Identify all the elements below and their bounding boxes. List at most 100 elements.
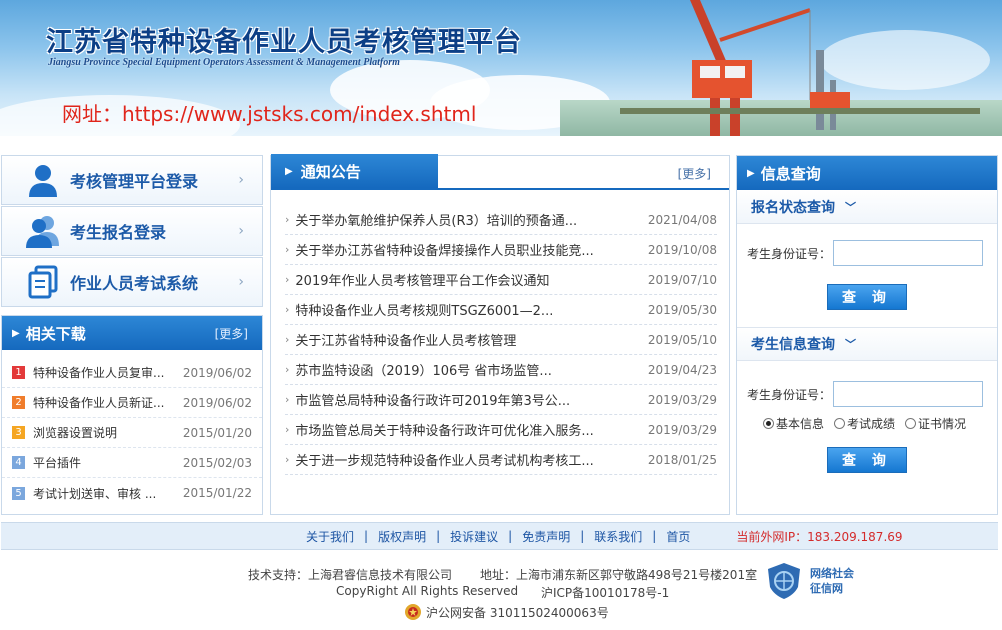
query-header: ▶ 信息查询 xyxy=(737,156,997,190)
download-date: 2019/06/02 xyxy=(182,365,252,380)
registration-status-section-header[interactable]: 报名状态查询 ﹀ xyxy=(737,190,997,224)
number-badge: 5 xyxy=(12,486,25,500)
registration-query-button[interactable]: 查 询 xyxy=(827,284,907,310)
candidate-info-section-header[interactable]: 考生信息查询 ﹀ xyxy=(737,327,997,361)
address: 地址：上海市浦东新区郭守敬路498号21号楼201室 xyxy=(480,568,758,582)
triangle-right-icon: ▶ xyxy=(747,167,755,179)
registration-status-form: 考生身份证号： xyxy=(737,224,997,284)
bullet-icon: › xyxy=(285,213,290,226)
bullet-icon: › xyxy=(285,273,290,286)
notice-date: 2019/07/10 xyxy=(647,272,717,287)
notice-title: 关于江苏省特种设备作业人员考核管理 xyxy=(295,334,517,349)
tab-notices[interactable]: ▶ 通知公告 xyxy=(271,154,438,188)
admin-login-button[interactable]: 考核管理平台登录 › xyxy=(1,155,263,205)
notice-title: 市监管总局特种设备行政许可2019年第3号公... xyxy=(295,394,571,409)
notice-item[interactable]: › 市场监管总局关于特种设备行政许可优化准入服务... 2019/03/29 xyxy=(285,415,717,445)
notice-item[interactable]: › 关于举办氧舱维护保养人员(R3）培训的预备通... 2021/04/08 xyxy=(285,205,717,235)
notice-title: 关于举办氧舱维护保养人员(R3）培训的预备通... xyxy=(295,214,578,229)
number-badge: 1 xyxy=(12,366,25,379)
chevron-right-icon: › xyxy=(238,274,244,290)
police-badge-icon xyxy=(405,604,421,620)
bullet-icon: › xyxy=(285,423,290,436)
credit-badge-line1: 网络社会 xyxy=(810,567,854,580)
credit-badge[interactable]: 网络社会 征信网 xyxy=(764,560,878,602)
footer-link-about[interactable]: 关于我们 xyxy=(306,528,354,545)
chevron-right-icon: › xyxy=(238,172,244,188)
download-date: 2019/06/02 xyxy=(182,395,252,410)
notice-item[interactable]: › 市监管总局特种设备行政许可2019年第3号公... 2019/03/29 xyxy=(285,385,717,415)
police-record: 沪公网安备 31011502400063号 xyxy=(404,603,609,621)
footer-link-disclaimer[interactable]: 免责声明 xyxy=(522,528,570,545)
site-subtitle: Jiangsu Province Special Equipment Opera… xyxy=(48,57,400,68)
registration-id-input[interactable] xyxy=(833,240,983,266)
radio-exam-scores[interactable]: 考试成绩 xyxy=(834,415,895,432)
person-icon xyxy=(24,162,62,198)
notice-title: 特种设备作业人员考核规则TSGZ6001—2... xyxy=(295,304,554,319)
site-url-text: 网址：https://www.jstsks.com/index.shtml xyxy=(62,102,477,126)
notice-title: 关于举办江苏省特种设备焊接操作人员职业技能竞... xyxy=(295,244,594,259)
footer-link-home[interactable]: 首页 xyxy=(666,528,690,545)
notices-list: › 关于举办氧舱维护保养人员(R3）培训的预备通... 2021/04/08 › 关于… xyxy=(271,190,729,475)
candidate-login-label: 考生报名登录 xyxy=(70,223,167,242)
radio-checked-icon xyxy=(763,417,774,429)
download-item[interactable]: 4 平台插件 2015/02/03 xyxy=(2,448,262,478)
download-title: 特种设备作业人员复审... xyxy=(33,366,165,380)
number-badge: 2 xyxy=(12,396,25,409)
candidate-info-form: 考生身份证号： 基本信息 考试成绩 证书情况 查 询 xyxy=(737,361,997,473)
candidate-id-input[interactable] xyxy=(833,381,983,407)
chevron-down-icon: ﹀ xyxy=(845,338,856,351)
radio-basic-info[interactable]: 基本信息 xyxy=(763,415,824,432)
candidate-query-button[interactable]: 查 询 xyxy=(827,447,907,473)
bullet-icon: › xyxy=(285,393,290,406)
notice-date: 2021/04/08 xyxy=(647,212,717,227)
download-item[interactable]: 5 考试计划送审、审核 ... 2015/01/22 xyxy=(2,478,262,508)
footer-link-feedback[interactable]: 投诉建议 xyxy=(450,528,498,545)
notice-title: 关于进一步规范特种设备作业人员考试机构考核工... xyxy=(295,454,594,469)
notice-item[interactable]: › 特种设备作业人员考核规则TSGZ6001—2... 2019/05/30 xyxy=(285,295,717,325)
notice-item[interactable]: › 苏市监特设函（2019）106号 省市场监管... 2019/04/23 xyxy=(285,355,717,385)
notices-title: 通知公告 xyxy=(300,162,361,181)
candidate-login-button[interactable]: 考生报名登录 › xyxy=(1,206,263,256)
number-badge: 3 xyxy=(12,426,25,439)
notice-date: 2019/10/08 xyxy=(647,242,717,257)
download-item[interactable]: 3 浏览器设置说明 2015/01/20 xyxy=(2,418,262,448)
download-title: 浏览器设置说明 xyxy=(33,426,118,440)
bullet-icon: › xyxy=(285,363,290,376)
downloads-more-link[interactable]: [更多] xyxy=(215,325,248,342)
icp-number: 沪ICP备10010178号-1 xyxy=(541,586,670,600)
chevron-right-icon: › xyxy=(238,223,244,239)
login-panel: 考核管理平台登录 › 考生报名登录 › 作业人员考试系统 › xyxy=(1,155,263,308)
notice-date: 2019/05/10 xyxy=(647,332,717,347)
notice-date: 2019/03/29 xyxy=(647,392,717,407)
downloads-header: ▶ 相关下载 [更多] xyxy=(2,316,262,350)
notice-item[interactable]: › 2019年作业人员考核管理平台工作会议通知 2019/07/10 xyxy=(285,265,717,295)
download-title: 特种设备作业人员新证... xyxy=(33,396,165,410)
radio-certificates[interactable]: 证书情况 xyxy=(905,415,966,432)
footer-link-contact[interactable]: 联系我们 xyxy=(594,528,642,545)
exam-system-label: 作业人员考试系统 xyxy=(70,274,199,293)
notice-date: 2019/03/29 xyxy=(647,422,717,437)
notice-title: 2019年作业人员考核管理平台工作会议通知 xyxy=(295,274,550,289)
download-item[interactable]: 2 特种设备作业人员新证... 2019/06/02 xyxy=(2,388,262,418)
radio-unchecked-icon xyxy=(834,417,846,429)
notices-more-link[interactable]: [更多] xyxy=(678,165,711,182)
admin-login-label: 考核管理平台登录 xyxy=(70,172,199,191)
registration-status-title: 报名状态查询 xyxy=(751,199,835,216)
exam-system-button[interactable]: 作业人员考试系统 › xyxy=(1,257,263,307)
footer-link-copyright[interactable]: 版权声明 xyxy=(378,528,426,545)
notice-date: 2019/04/23 xyxy=(647,362,717,377)
bullet-icon: › xyxy=(285,333,290,346)
download-date: 2015/01/20 xyxy=(182,425,252,440)
notice-item[interactable]: › 关于举办江苏省特种设备焊接操作人员职业技能竞... 2019/10/08 xyxy=(285,235,717,265)
notice-item[interactable]: › 关于进一步规范特种设备作业人员考试机构考核工... 2018/01/25 xyxy=(285,445,717,475)
crane-illustration xyxy=(620,0,980,136)
download-item[interactable]: 1 特种设备作业人员复审... 2019/06/02 xyxy=(2,358,262,388)
candidate-info-title: 考生信息查询 xyxy=(751,337,835,353)
credit-badge-line2: 征信网 xyxy=(810,582,843,595)
notice-item[interactable]: › 关于江苏省特种设备作业人员考核管理 2019/05/10 xyxy=(285,325,717,355)
site-title: 江苏省特种设备作业人员考核管理平台 xyxy=(46,27,522,58)
triangle-right-icon: ▶ xyxy=(12,327,20,339)
bullet-icon: › xyxy=(285,453,290,466)
footer-nav: 关于我们 | 版权声明 | 投诉建议 | 免责声明 | 联系我们 | 首页 当前外网IP：… xyxy=(1,522,998,550)
query-panel: ▶ 信息查询 报名状态查询 ﹀ 考生身份证号： 查 询 考生信息查询 ﹀ 考生身… xyxy=(736,155,998,515)
